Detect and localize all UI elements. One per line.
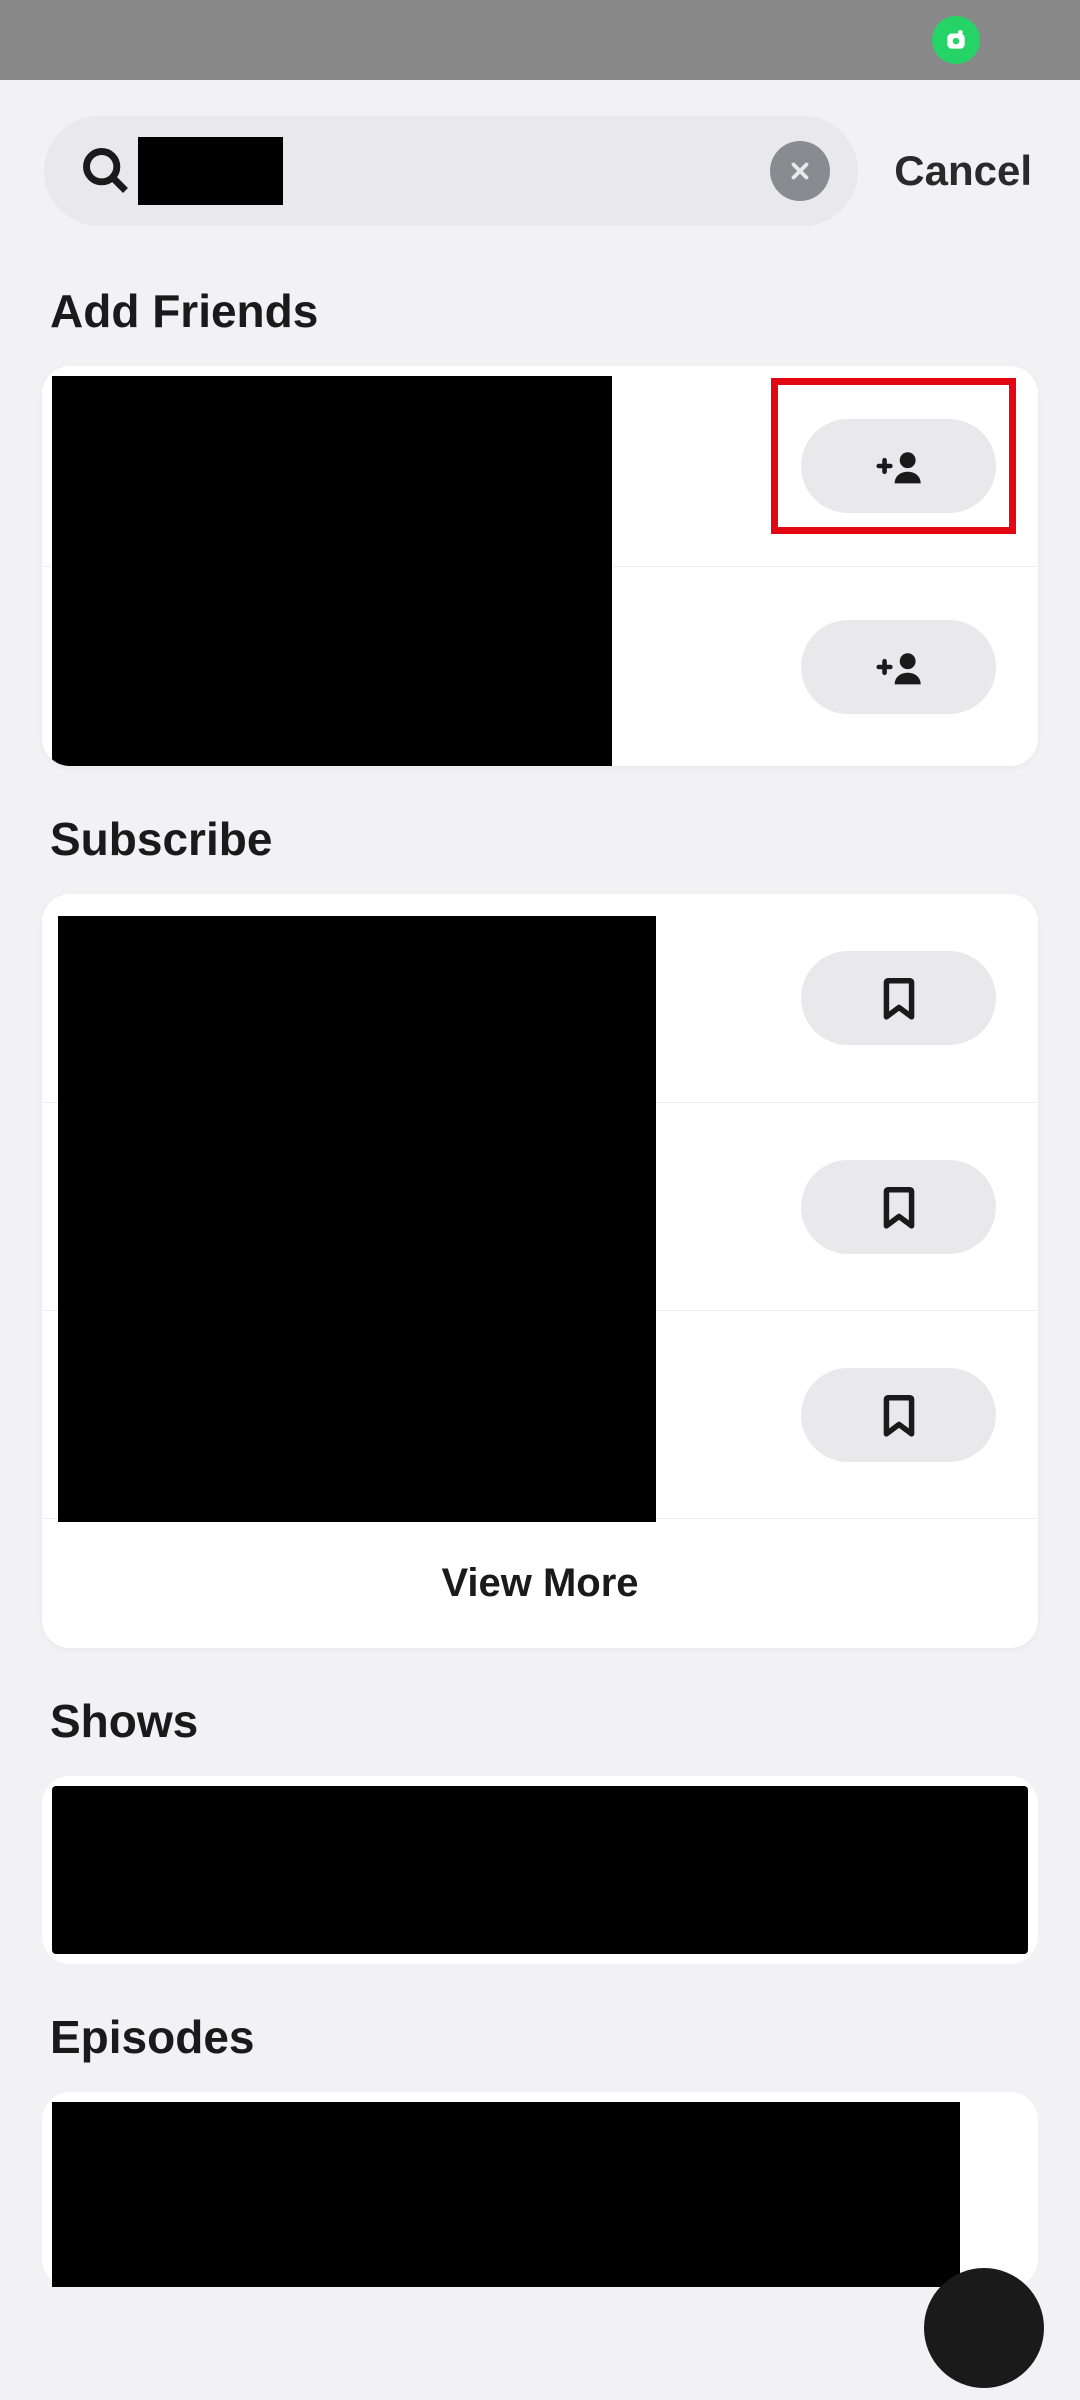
add-person-icon bbox=[873, 446, 925, 486]
camera-status-icon bbox=[932, 16, 980, 64]
section-title-episodes: Episodes bbox=[0, 1988, 1080, 2092]
clear-search-button[interactable] bbox=[770, 141, 830, 201]
status-bar bbox=[0, 0, 1080, 80]
cancel-button[interactable]: Cancel bbox=[894, 147, 1040, 195]
episodes-card[interactable] bbox=[42, 2092, 1038, 2287]
search-query-redacted bbox=[138, 137, 283, 205]
search-icon bbox=[80, 145, 132, 197]
bookmark-icon bbox=[880, 1185, 918, 1229]
add-friend-button[interactable] bbox=[801, 419, 996, 513]
view-more-button[interactable]: View More bbox=[42, 1518, 1038, 1648]
bookmark-icon bbox=[880, 1393, 918, 1437]
search-header: Cancel bbox=[0, 80, 1080, 262]
episodes-redacted-content bbox=[52, 2102, 960, 2287]
section-title-shows: Shows bbox=[0, 1672, 1080, 1776]
section-title-subscribe: Subscribe bbox=[0, 790, 1080, 894]
subscribe-redacted-content bbox=[58, 916, 656, 1522]
add-friends-card bbox=[42, 366, 1038, 766]
shows-redacted-content bbox=[52, 1786, 1028, 1954]
friends-redacted-content bbox=[52, 376, 612, 766]
subscribe-button[interactable] bbox=[801, 951, 996, 1045]
bookmark-icon bbox=[880, 976, 918, 1020]
subscribe-button[interactable] bbox=[801, 1160, 996, 1254]
add-friend-button[interactable] bbox=[801, 620, 996, 714]
subscribe-button[interactable] bbox=[801, 1368, 996, 1462]
subscribe-card: View More bbox=[42, 894, 1038, 1648]
section-title-add-friends: Add Friends bbox=[0, 262, 1080, 366]
floating-action-button[interactable] bbox=[924, 2268, 1044, 2388]
shows-card[interactable] bbox=[42, 1776, 1038, 1964]
add-person-icon bbox=[873, 647, 925, 687]
search-input-container[interactable] bbox=[44, 116, 858, 226]
